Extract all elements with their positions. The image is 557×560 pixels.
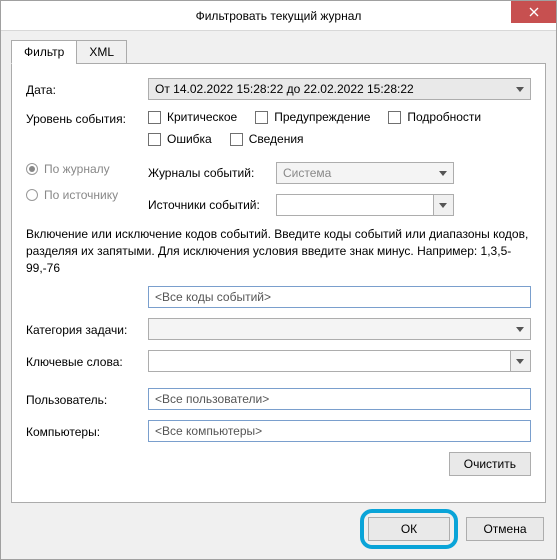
category-dropdown (148, 318, 531, 340)
keywords-value (148, 350, 511, 372)
keywords-dropdown-button[interactable] (511, 350, 531, 372)
checkbox-warning[interactable]: Предупреждение (255, 110, 370, 124)
close-icon (529, 7, 539, 17)
window-title: Фильтровать текущий журнал (196, 9, 362, 23)
checkbox-box (255, 111, 268, 124)
radio-by-source: По источнику (26, 188, 148, 202)
computers-label: Компьютеры: (26, 423, 148, 439)
user-label: Пользователь: (26, 391, 148, 407)
radio-circle (26, 163, 38, 175)
user-input[interactable] (148, 388, 531, 410)
checkbox-label: Ошибка (167, 132, 212, 146)
level-label: Уровень события: (26, 110, 148, 126)
chevron-down-icon (516, 87, 524, 92)
keywords-dropdown[interactable] (148, 350, 531, 372)
radio-column: По журналу По источнику (26, 162, 148, 214)
sources-label: Источники событий: (148, 198, 276, 212)
category-label: Категория задачи: (26, 321, 148, 337)
chevron-down-icon (516, 359, 524, 364)
checkbox-label: Сведения (249, 132, 304, 146)
ok-button[interactable]: ОК (368, 517, 450, 541)
checkbox-info[interactable]: Сведения (230, 132, 304, 146)
radio-label-source: По источнику (44, 188, 118, 202)
date-label: Дата: (26, 81, 148, 97)
checkbox-label: Критическое (167, 110, 237, 124)
checkbox-critical[interactable]: Критическое (148, 110, 237, 124)
tab-filter[interactable]: Фильтр (11, 40, 77, 64)
sources-dropdown[interactable] (276, 194, 454, 216)
event-ids-info: Включение или исключение кодов событий. … (26, 226, 531, 276)
checkbox-box (148, 133, 161, 146)
filter-panel: Дата: От 14.02.2022 15:28:22 до 22.02.20… (11, 63, 546, 503)
cancel-button[interactable]: Отмена (466, 517, 544, 541)
chevron-down-icon (516, 327, 524, 332)
checkbox-label: Предупреждение (274, 110, 370, 124)
checkbox-label: Подробности (407, 110, 481, 124)
chevron-down-icon (439, 171, 447, 176)
dialog-button-row: ОК Отмена (360, 509, 544, 549)
tab-xml[interactable]: XML (76, 40, 127, 64)
journals-dropdown: Система (276, 162, 454, 184)
level-checkbox-group: Критическое Предупреждение Подробности О… (148, 110, 531, 146)
checkbox-box (388, 111, 401, 124)
dialog-window: Фильтровать текущий журнал Фильтр XML Да… (0, 0, 557, 560)
checkbox-error[interactable]: Ошибка (148, 132, 212, 146)
journals-label: Журналы событий: (148, 166, 276, 180)
titlebar: Фильтровать текущий журнал (1, 1, 556, 31)
sources-dropdown-button[interactable] (434, 194, 454, 216)
checkbox-box (148, 111, 161, 124)
tab-strip: Фильтр XML (11, 40, 546, 64)
chevron-down-icon (439, 203, 447, 208)
journals-value: Система (283, 166, 331, 180)
computers-input[interactable] (148, 420, 531, 442)
date-range-value: От 14.02.2022 15:28:22 до 22.02.2022 15:… (155, 82, 414, 96)
date-range-dropdown[interactable]: От 14.02.2022 15:28:22 до 22.02.2022 15:… (148, 78, 531, 100)
clear-button[interactable]: Очистить (449, 452, 531, 476)
content-area: Фильтр XML Дата: От 14.02.2022 15:28:22 … (1, 31, 556, 513)
spacer-label (26, 296, 148, 298)
keywords-label: Ключевые слова: (26, 353, 148, 369)
radio-by-journal: По журналу (26, 162, 148, 176)
event-ids-input[interactable] (148, 286, 531, 308)
radio-label-journal: По журналу (44, 162, 110, 176)
ok-highlight-ring: ОК (360, 509, 458, 549)
checkbox-verbose[interactable]: Подробности (388, 110, 481, 124)
close-button[interactable] (511, 1, 556, 23)
checkbox-box (230, 133, 243, 146)
radio-circle (26, 189, 38, 201)
sources-value (276, 194, 434, 216)
